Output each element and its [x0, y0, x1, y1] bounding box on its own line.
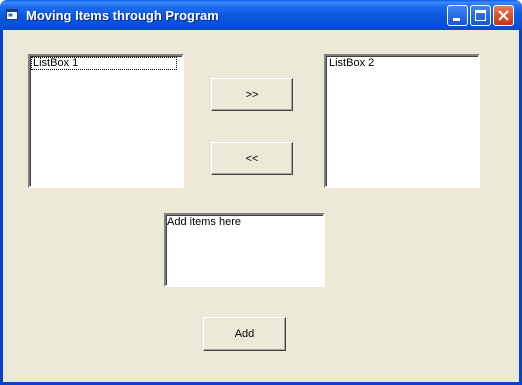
close-icon [498, 10, 509, 21]
minimize-icon [453, 18, 460, 21]
add-item-textbox[interactable]: Add items here [164, 213, 325, 287]
listbox-1[interactable]: ListBox 1 [28, 54, 184, 188]
list-item[interactable]: ListBox 2 [327, 57, 376, 70]
add-item-textbox-value: Add items here [167, 216, 241, 228]
add-button[interactable]: Add [203, 317, 286, 351]
list-item[interactable]: ListBox 1 [31, 57, 177, 70]
maximize-button[interactable] [470, 5, 491, 26]
minimize-button[interactable] [447, 5, 468, 26]
app-window: Moving Items through Program ListBox 1 L… [0, 0, 522, 385]
window-icon[interactable] [6, 9, 18, 20]
listbox-2[interactable]: ListBox 2 [324, 54, 480, 188]
close-button[interactable] [493, 5, 514, 26]
move-left-button[interactable]: << [211, 142, 293, 175]
move-right-button[interactable]: >> [211, 78, 293, 111]
window-title: Moving Items through Program [26, 8, 219, 23]
title-bar[interactable]: Moving Items through Program [0, 0, 522, 30]
maximize-icon [475, 10, 486, 21]
